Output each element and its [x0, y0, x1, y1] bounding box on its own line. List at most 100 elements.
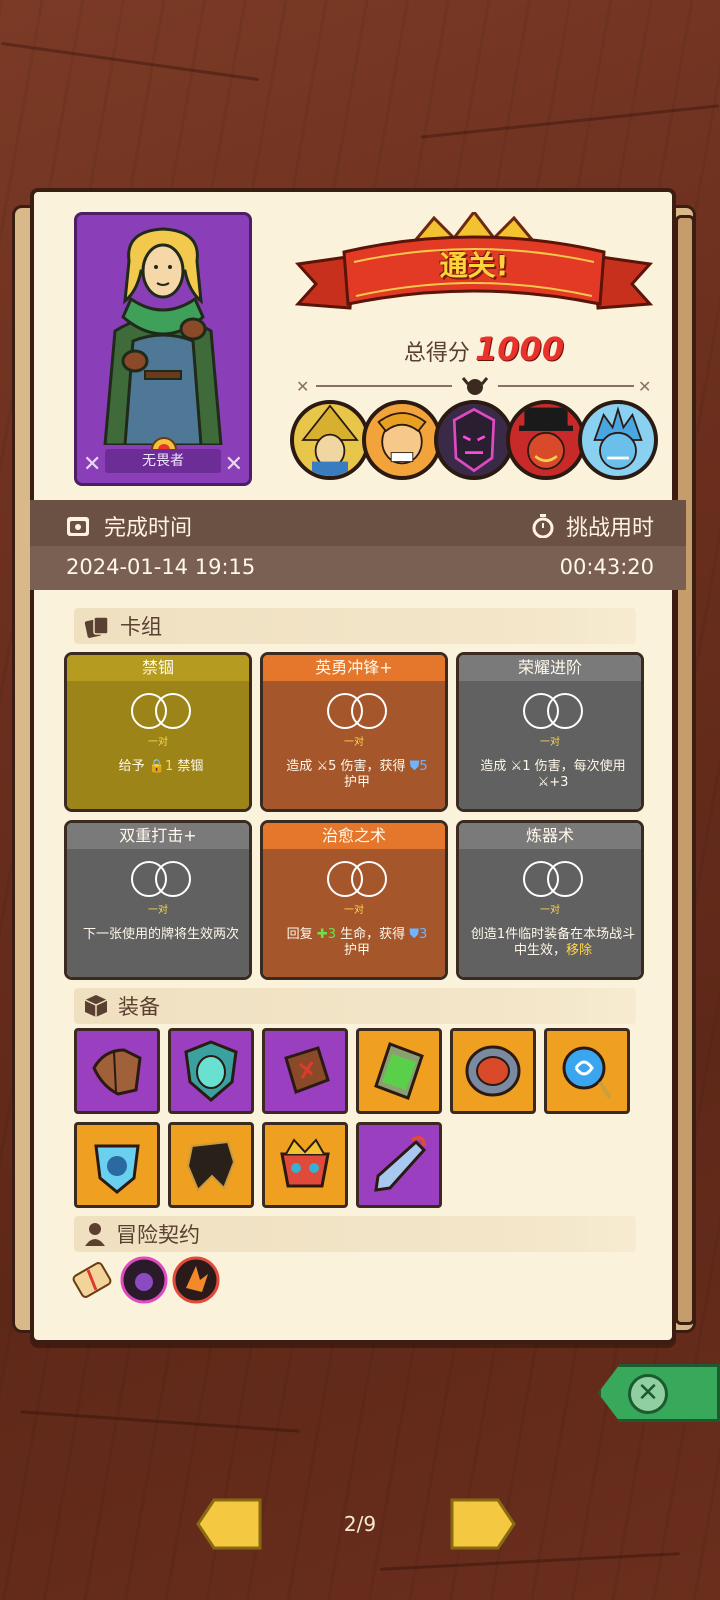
- card-desc: 回复 ✚3 生命，获得 ⛊3 护甲: [286, 927, 428, 958]
- challenge-time-label: 挑战用时: [565, 516, 654, 541]
- hero-card[interactable]: ✕ ✕ 无畏者: [74, 212, 252, 486]
- banner-title: 通关!: [439, 249, 509, 282]
- boss-portrait-2[interactable]: [362, 400, 442, 480]
- ice-skull-shield-icon: [94, 1144, 140, 1194]
- svg-text:✕: ✕: [296, 377, 309, 396]
- stopwatch-icon: [532, 514, 554, 538]
- equip-ice-skull-shield[interactable]: [74, 1122, 160, 1208]
- dark-cloak-icon: [186, 1140, 236, 1192]
- equip-fire-orb-plate[interactable]: [450, 1028, 536, 1114]
- result-page: ✕ ✕ 无畏者 通关! 总得分 1000 ✕ ✕ 完成时间 挑战用时 2024-…: [30, 188, 686, 1344]
- scroll-icon[interactable]: [68, 1256, 116, 1304]
- pair-rings-icon: [131, 861, 191, 897]
- card-name: 治愈之术: [263, 823, 445, 849]
- equipment-title: 装备: [118, 995, 160, 1019]
- rune-gauntlet-icon: [284, 1046, 330, 1094]
- deck-card-6[interactable]: 炼器术 一对 创造1件临时装备在本场战斗中生效，移除: [456, 820, 644, 980]
- wood-grain: [420, 104, 720, 139]
- equip-tribal-helm[interactable]: [262, 1122, 348, 1208]
- pair-rings-icon: [523, 693, 583, 729]
- time-header: 完成时间 挑战用时: [30, 500, 686, 546]
- leather-armor-icon: [92, 1048, 142, 1096]
- card-name: 禁锢: [67, 655, 249, 681]
- equip-green-tablet[interactable]: [356, 1028, 442, 1114]
- prev-page-button[interactable]: [194, 1496, 264, 1552]
- lock-icon: 🔒: [148, 759, 165, 774]
- sword-icon: ⚔: [537, 775, 550, 790]
- cards-icon: [84, 616, 109, 638]
- pair-label: 一对: [148, 905, 168, 916]
- boss-portrait-4[interactable]: [506, 400, 586, 480]
- score-row: 总得分 1000: [334, 330, 634, 368]
- fire-orb-plate-icon: [465, 1045, 521, 1097]
- deck-title: 卡组: [120, 615, 162, 639]
- pair-label: 一对: [344, 905, 364, 916]
- contract-title: 冒险契约: [116, 1223, 200, 1247]
- equip-dark-cloak[interactable]: [168, 1122, 254, 1208]
- pair-rings-icon: [131, 693, 191, 729]
- page-indicator: 2/9: [343, 1512, 377, 1536]
- shield-icon: ⛊: [409, 927, 420, 942]
- card-name: 炼器术: [459, 823, 641, 849]
- complete-time-label: 完成时间: [104, 516, 193, 541]
- wood-grain: [20, 1410, 300, 1433]
- equip-spirit-mask-shield[interactable]: [168, 1028, 254, 1114]
- deck-card-4[interactable]: 双重打击+ 一对 下一张使用的牌将生效两次: [64, 820, 252, 980]
- card-desc: 创造1件临时装备在本场战斗中生效，移除: [470, 927, 636, 958]
- next-page-button[interactable]: [448, 1496, 518, 1552]
- hero-name: 无畏者: [105, 449, 221, 473]
- boss-row: [290, 400, 662, 486]
- equip-rune-gauntlet[interactable]: [262, 1028, 348, 1114]
- time-panel: 完成时间 挑战用时 2024-01-14 19:15 00:43:20: [30, 500, 686, 590]
- shield-icon: ⛊: [409, 759, 420, 774]
- card-name: 英勇冲锋+: [263, 655, 445, 681]
- score-value: 1000: [475, 330, 565, 368]
- wood-grain: [380, 1552, 680, 1571]
- pair-label: 一对: [148, 737, 168, 748]
- equip-ice-dagger[interactable]: [356, 1122, 442, 1208]
- card-name: 荣耀进阶: [459, 655, 641, 681]
- boss-portrait-5[interactable]: [578, 400, 658, 480]
- calendar-icon: [67, 517, 89, 536]
- pair-rings-icon: [327, 861, 387, 897]
- wood-grain: [1, 41, 259, 82]
- card-desc: 给予 🔒1 禁锢: [118, 759, 204, 774]
- boss-portrait-3[interactable]: [434, 400, 514, 480]
- card-desc: 下一张使用的牌将生效两次: [82, 927, 239, 942]
- deck-card-3[interactable]: 荣耀进阶 一对 造成 ⚔1 伤害，每次使用 ⚔+3: [456, 652, 644, 812]
- boss-portrait-1[interactable]: [290, 400, 370, 480]
- sword-icon: ⚔: [510, 759, 523, 774]
- pair-label: 一对: [540, 905, 560, 916]
- card-name: 双重打击+: [67, 823, 249, 849]
- heal-plus-icon: ✚: [316, 927, 328, 942]
- deck-section-header: 卡组: [74, 608, 636, 644]
- equipment-section-header: 装备: [74, 988, 636, 1024]
- card-desc: 造成 ⚔1 伤害，每次使用 ⚔+3: [480, 759, 626, 790]
- contract-section-header: 冒险契约: [74, 1216, 636, 1252]
- book-spine: [675, 215, 695, 1325]
- deck-card-2[interactable]: 英勇冲锋+ 一对 造成 ⚔5 伤害，获得 ⛊5 护甲: [260, 652, 448, 812]
- water-rune-pendant-icon: [562, 1046, 612, 1100]
- pair-label: 一对: [540, 737, 560, 748]
- box-icon: [84, 995, 108, 1017]
- pair-label: 一对: [344, 737, 364, 748]
- bone-icon: ✕: [224, 452, 243, 477]
- equip-water-rune-pendant[interactable]: [544, 1028, 630, 1114]
- score-label: 总得分: [403, 341, 470, 366]
- deck-card-5[interactable]: 治愈之术 一对 回复 ✚3 生命，获得 ⛊3 护甲: [260, 820, 448, 980]
- deck-card-1[interactable]: 禁锢 一对 给予 🔒1 禁锢: [64, 652, 252, 812]
- time-values: 2024-01-14 19:15 00:43:20: [30, 546, 686, 590]
- equip-leather-armor[interactable]: [74, 1028, 160, 1114]
- pair-rings-icon: [523, 861, 583, 897]
- divider-ornament: ✕ ✕: [296, 377, 651, 396]
- hero-portrait: [85, 221, 241, 445]
- flame-orb-icon[interactable]: [172, 1256, 220, 1304]
- bone-icon: ✕: [83, 452, 102, 477]
- close-icon[interactable]: ✕: [628, 1374, 668, 1414]
- potion-orb-icon[interactable]: [120, 1256, 168, 1304]
- victory-banner: 通关!: [294, 209, 654, 332]
- green-tablet-icon: [374, 1042, 424, 1100]
- challenge-time-value: 00:43:20: [559, 555, 654, 579]
- spirit-mask-shield-icon: [184, 1040, 238, 1102]
- card-desc: 造成 ⚔5 伤害，获得 ⛊5 护甲: [286, 759, 428, 790]
